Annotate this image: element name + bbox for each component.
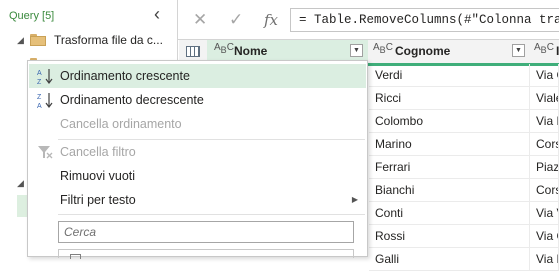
- search-input[interactable]: Cerca: [58, 221, 354, 243]
- cell-indirizzo[interactable]: Via D: [530, 110, 559, 133]
- folder-icon: [30, 34, 46, 46]
- cell-indirizzo[interactable]: Viale: [530, 87, 559, 110]
- cell-indirizzo[interactable]: Corso: [530, 133, 559, 156]
- text-type-icon[interactable]: ABC: [214, 43, 234, 56]
- formula-bar: ✕ ✓ fx = Table.RemoveColumns(#"Colonna t…: [178, 0, 559, 40]
- confirm-formula-icon[interactable]: ✓: [229, 9, 243, 31]
- column-filter-dropdown-icon[interactable]: ▼: [350, 44, 363, 57]
- sort-descending-icon: Z A: [37, 93, 53, 109]
- svg-text:A: A: [37, 70, 42, 77]
- text-type-icon[interactable]: ABC: [373, 43, 393, 56]
- tree-item-hidden[interactable]: [0, 58, 46, 78]
- menu-item-sort-ascending[interactable]: A Z Ordinamento crescente: [29, 64, 366, 88]
- table-icon: [186, 46, 200, 57]
- collapse-pane-chevron-icon[interactable]: ‹: [154, 5, 160, 23]
- cell-indirizzo[interactable]: Via G: [530, 225, 559, 248]
- menu-item-label: Ordinamento crescente: [60, 69, 190, 83]
- tree-item-trasforma-file[interactable]: ◢ Trasforma file da c...: [0, 30, 178, 50]
- text-type-icon[interactable]: ABC: [534, 43, 554, 56]
- menu-item-label: Filtri per testo: [60, 193, 136, 207]
- column-name: Cognome: [395, 44, 451, 58]
- menu-item-remove-empty[interactable]: Rimuovi vuoti: [29, 164, 366, 188]
- tree-item-label: Trasforma file da c...: [54, 33, 163, 47]
- cell-cognome[interactable]: Marino: [369, 133, 530, 156]
- svg-text:A: A: [37, 103, 42, 109]
- menu-separator: [58, 214, 365, 215]
- cell-cognome[interactable]: Ferrari: [369, 156, 530, 179]
- cell-cognome[interactable]: Ricci: [369, 87, 530, 110]
- cell-indirizzo[interactable]: Via V: [530, 202, 559, 225]
- svg-text:Z: Z: [37, 94, 42, 101]
- column-filter-dropdown-icon[interactable]: ▼: [512, 44, 525, 57]
- menu-item-label: Ordinamento decrescente: [60, 93, 204, 107]
- cell-cognome[interactable]: Rossi: [369, 225, 530, 248]
- cell-cognome[interactable]: Bianchi: [369, 179, 530, 202]
- clear-filter-icon: [38, 146, 53, 159]
- cell-cognome[interactable]: Galli: [369, 248, 530, 271]
- menu-item-text-filters[interactable]: Filtri per testo ▶: [29, 188, 366, 212]
- formula-input[interactable]: = Table.RemoveColumns(#"Colonna trasfor: [290, 8, 559, 32]
- tree-expand-arrow-icon[interactable]: ◢: [17, 30, 24, 50]
- cell-indirizzo[interactable]: Piazz: [530, 156, 559, 179]
- menu-item-label: Cancella filtro: [60, 145, 136, 159]
- menu-item-clear-sort: Cancella ordinamento: [29, 112, 366, 136]
- query-header[interactable]: Query [5]: [9, 10, 54, 22]
- menu-item-label: Cancella ordinamento: [60, 117, 182, 131]
- menu-item-label: Rimuovi vuoti: [60, 169, 136, 183]
- column-header-cognome[interactable]: ABC Cognome ▼: [369, 40, 529, 63]
- cancel-formula-icon[interactable]: ✕: [193, 9, 207, 31]
- menu-item-sort-descending[interactable]: Z A Ordinamento decrescente: [29, 88, 366, 112]
- menu-item-clear-filter: Cancella filtro: [29, 140, 366, 164]
- submenu-arrow-icon: ▶: [351, 195, 358, 204]
- sort-ascending-icon: A Z: [37, 69, 53, 85]
- cell-cognome[interactable]: Colombo: [369, 110, 530, 133]
- tree-expand-arrow-icon[interactable]: ◢: [17, 178, 24, 189]
- insert-function-icon[interactable]: fx: [264, 9, 278, 31]
- cell-cognome[interactable]: Verdi: [369, 64, 530, 87]
- cell-indirizzo[interactable]: Via M: [530, 248, 559, 271]
- cell-indirizzo[interactable]: Via G: [530, 64, 559, 87]
- cell-cognome[interactable]: Conti: [369, 202, 530, 225]
- column-header-indirizzo[interactable]: ABC In: [530, 40, 559, 63]
- cell-indirizzo[interactable]: Corso: [530, 179, 559, 202]
- column-filter-menu: A Z Ordinamento crescente Z A Ordinament…: [27, 60, 368, 259]
- svg-text:Z: Z: [37, 79, 42, 85]
